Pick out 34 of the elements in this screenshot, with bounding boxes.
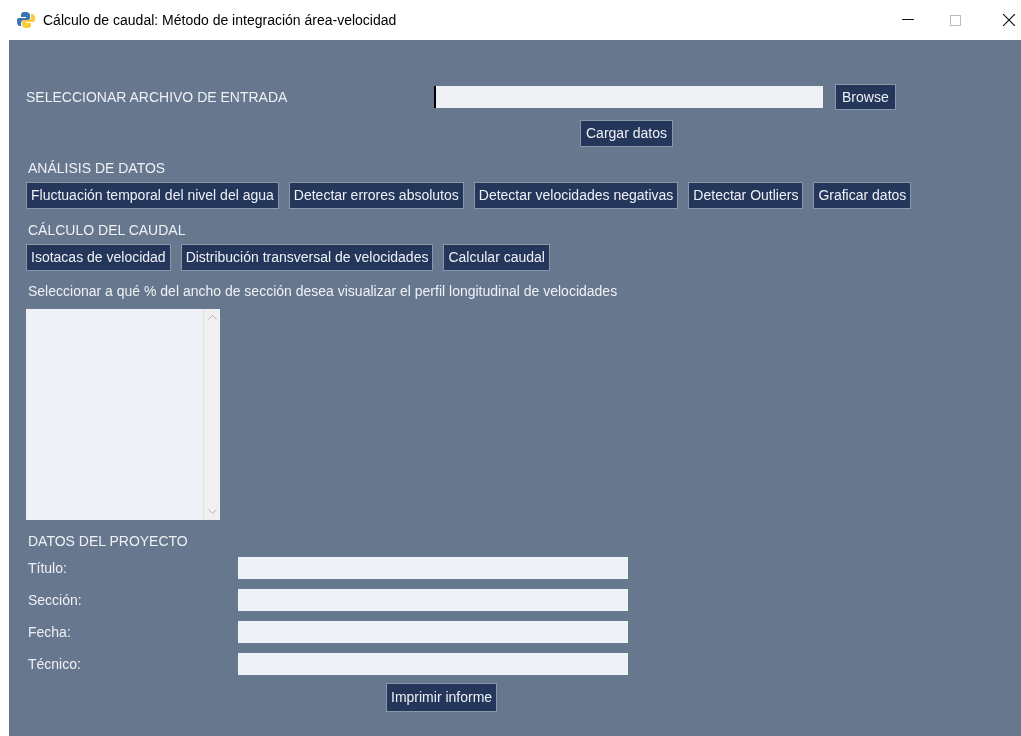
minimize-icon[interactable]: [902, 19, 914, 21]
field-label: Título:: [27, 558, 68, 578]
action-button[interactable]: Detectar errores absolutos: [288, 182, 464, 209]
print-report-button[interactable]: Imprimir informe: [386, 683, 498, 712]
close-icon[interactable]: [1003, 14, 1015, 26]
action-button[interactable]: Calcular caudal: [443, 244, 550, 271]
app-icon: [17, 11, 35, 29]
section-heading: CÁLCULO DEL CAUDAL: [27, 221, 187, 240]
field-label: Fecha:: [27, 622, 72, 642]
section-heading: DATOS DEL PROYECTO: [27, 532, 189, 551]
section-heading: ANÁLISIS DE DATOS: [27, 159, 167, 178]
scroll-down-icon[interactable]: [207, 509, 217, 514]
maximize-icon[interactable]: [950, 14, 961, 26]
action-button[interactable]: Graficar datos: [813, 182, 912, 209]
input-field[interactable]: [238, 621, 628, 643]
file-path-field[interactable]: [434, 86, 823, 108]
browse-button[interactable]: Browse: [835, 84, 896, 110]
load-data-button[interactable]: Cargar datos: [580, 120, 673, 147]
action-button[interactable]: Detectar velocidades negativas: [473, 182, 679, 209]
window-title: Cálculo de caudal: Método de integración área-velocidad: [43, 10, 397, 30]
input-field[interactable]: [238, 653, 628, 675]
field-label: Sección:: [27, 590, 83, 610]
action-button[interactable]: Isotacas de velocidad: [26, 244, 171, 271]
action-button[interactable]: Distribución transversal de velocidades: [180, 244, 434, 271]
scrollbar[interactable]: [203, 309, 220, 520]
action-button[interactable]: Detectar Outliers: [688, 182, 804, 209]
field-label: Técnico:: [27, 654, 82, 674]
scroll-up-icon[interactable]: [207, 315, 217, 320]
instruction-text: Seleccionar a qué % del ancho de sección desea visualizar el perfil longitudinal de velocidades: [27, 282, 619, 301]
action-button[interactable]: Fluctuación temporal del nivel del agua: [26, 182, 279, 209]
input-field[interactable]: [238, 589, 628, 611]
percentage-list[interactable]: [26, 309, 220, 520]
field-label: SELECCIONAR ARCHIVO DE ENTRADA: [26, 87, 289, 107]
input-field[interactable]: [238, 557, 628, 579]
